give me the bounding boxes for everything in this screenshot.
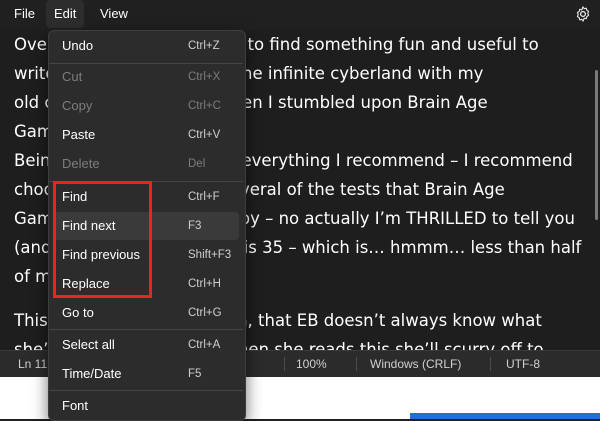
- status-zoom: 100%: [296, 357, 327, 371]
- menu-item-cut[interactable]: Cut Ctrl+X: [53, 63, 239, 91]
- menu-item-time-date[interactable]: Time/Date F5: [53, 360, 239, 388]
- gear-icon[interactable]: [574, 5, 592, 23]
- menu-item-label: Find previous: [62, 247, 141, 262]
- menu-item-label: Paste: [62, 127, 96, 142]
- menu-item-label: Copy: [62, 98, 93, 113]
- menu-item-find-next[interactable]: Find next F3: [53, 212, 239, 240]
- menu-item-font[interactable]: Font: [53, 392, 239, 420]
- status-position: Ln 11,: [18, 357, 51, 371]
- menu-item-shortcut: F3: [188, 220, 202, 232]
- menu-bar: File Edit View: [0, 0, 600, 30]
- menu-item-delete[interactable]: Delete Del: [53, 150, 239, 178]
- menu-item-label: Cut: [62, 69, 83, 84]
- menu-item-undo[interactable]: Undo Ctrl+Z: [53, 32, 239, 60]
- menu-item-shortcut: Ctrl+Z: [188, 40, 220, 52]
- menu-file[interactable]: File: [6, 0, 43, 28]
- menu-item-shortcut: Ctrl+G: [188, 307, 222, 319]
- menu-item-label: Undo: [62, 38, 94, 53]
- menu-item-label: Replace: [62, 276, 110, 291]
- menu-item-shortcut: Shift+F3: [188, 249, 232, 261]
- vertical-scrollbar[interactable]: [595, 70, 598, 220]
- menu-item-shortcut: Ctrl+H: [188, 278, 221, 290]
- taskbar-accent: [410, 413, 600, 419]
- menu-item-replace[interactable]: Replace Ctrl+H: [53, 270, 239, 298]
- menu-item-label: Delete: [62, 156, 100, 171]
- menu-item-shortcut: Del: [188, 158, 206, 170]
- menu-edit[interactable]: Edit: [46, 0, 85, 28]
- status-encoding: UTF-8: [506, 357, 540, 371]
- menu-item-label: Find next: [62, 218, 116, 233]
- menu-item-label: Select all: [62, 337, 115, 352]
- menu-item-find[interactable]: Find Ctrl+F: [53, 183, 239, 211]
- status-line-ending: Windows (CRLF): [370, 357, 462, 371]
- menu-item-copy[interactable]: Copy Ctrl+C: [53, 92, 239, 120]
- menu-item-label: Time/Date: [62, 366, 122, 381]
- menu-item-shortcut: Ctrl+C: [188, 100, 221, 112]
- menu-item-shortcut: Ctrl+X: [188, 71, 221, 83]
- menu-item-shortcut: Ctrl+F: [188, 191, 220, 203]
- edit-menu-dropdown: Undo Ctrl+Z Cut Ctrl+X Copy Ctrl+C Paste…: [48, 30, 246, 421]
- menu-item-label: Find: [62, 189, 88, 204]
- menu-item-label: Go to: [62, 305, 94, 320]
- menu-item-select-all[interactable]: Select all Ctrl+A: [53, 331, 239, 359]
- menu-item-shortcut: Ctrl+A: [188, 339, 221, 351]
- menu-item-label: Font: [62, 398, 89, 413]
- menu-view[interactable]: View: [92, 0, 136, 28]
- menu-item-find-previous[interactable]: Find previous Shift+F3: [53, 241, 239, 269]
- menu-item-go-to[interactable]: Go to Ctrl+G: [53, 299, 239, 327]
- menu-item-shortcut: F5: [188, 368, 202, 380]
- menu-item-shortcut: Ctrl+V: [188, 129, 221, 141]
- menu-item-paste[interactable]: Paste Ctrl+V: [53, 121, 239, 149]
